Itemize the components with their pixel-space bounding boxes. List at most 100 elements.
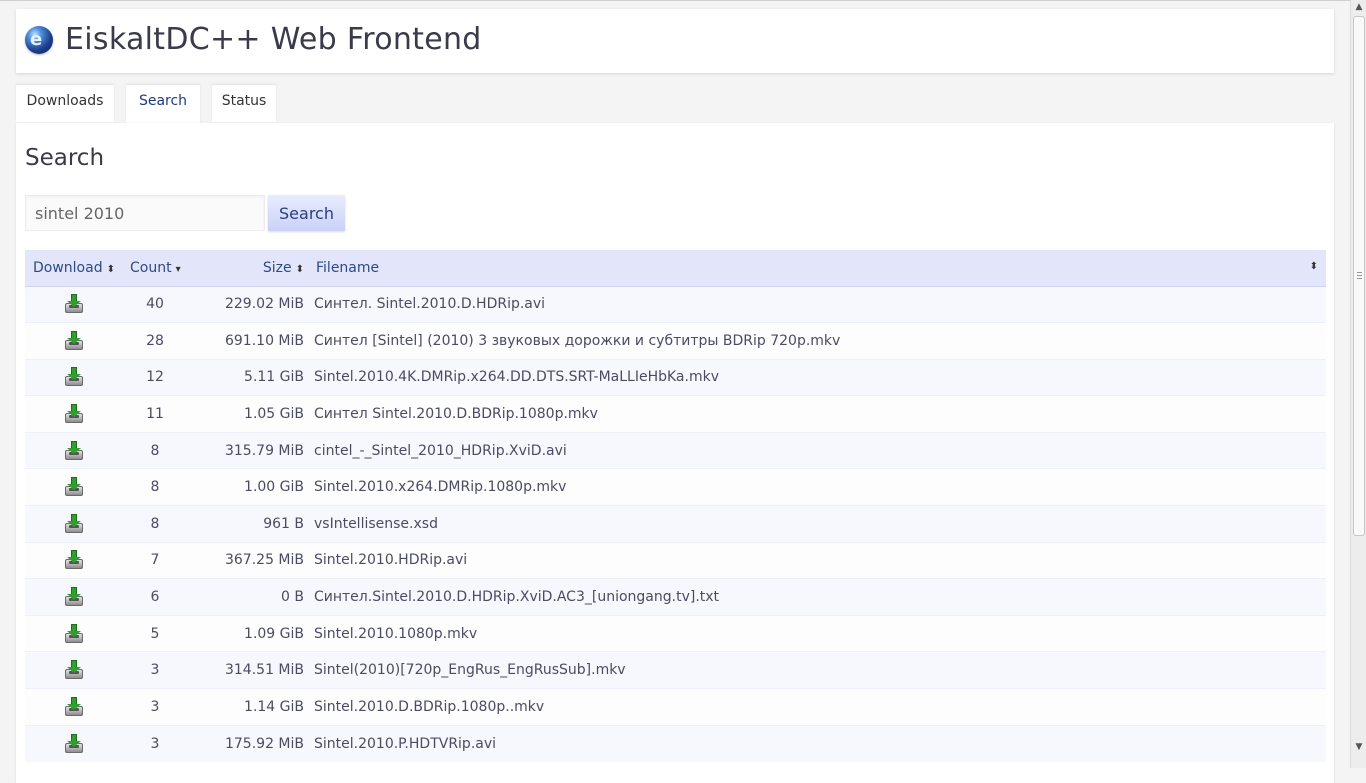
table-header-row: Download ⬍ Count ▾ Size ⬍ Filename ⬍: [25, 250, 1326, 287]
count-cell: 8: [122, 505, 188, 543]
table-row: 40 229.02 MiB Синтел. Sintel.2010.D.HDRip.…: [25, 285, 1326, 323]
column-header-filename[interactable]: Filename ⬍: [312, 250, 1326, 287]
page-title: Search: [25, 145, 105, 171]
vertical-scrollbar[interactable]: ▲ ▼: [1350, 0, 1366, 768]
size-cell: 961 B: [188, 505, 312, 543]
count-cell: 12: [122, 358, 188, 396]
download-cell: [25, 395, 122, 433]
column-label: Count: [130, 259, 172, 276]
column-label: Filename: [316, 259, 380, 276]
download-icon[interactable]: [64, 623, 84, 644]
search-input[interactable]: [25, 195, 265, 231]
filename-cell[interactable]: Sintel.2010.D.BDRip.1080p..mkv: [312, 688, 1326, 726]
filename-cell[interactable]: vsIntellisense.xsd: [312, 505, 1326, 543]
size-cell: 315.79 MiB: [188, 431, 312, 469]
column-label: Size: [262, 259, 292, 276]
count-cell: 3: [122, 651, 188, 689]
count-cell: 5: [122, 614, 188, 652]
table-row: 60 B Синтел.Sintel.2010.D.HDRip.XviD.AC3_…: [25, 578, 1326, 616]
table-row: 28 691.10 MiB Синтел [Sintel] (2010) 3 зву…: [25, 322, 1326, 360]
count-cell: 6: [122, 578, 188, 616]
scroll-up-arrow-icon[interactable]: ▲: [1353, 0, 1365, 14]
download-icon[interactable]: [64, 440, 84, 461]
download-cell: [25, 431, 122, 469]
tab-status[interactable]: Status: [212, 85, 276, 122]
table-row: 3 1.14 GiB Sintel.2010.D.BDRip.1080p..mkv: [25, 688, 1326, 726]
sort-both-icon: ⬍: [106, 263, 115, 275]
results-body: 40 229.02 MiB Синтел. Sintel.2010.D.HDRip.…: [25, 285, 1326, 762]
size-cell: 691.10 MiB: [188, 322, 312, 360]
size-cell: 0 B: [188, 578, 312, 616]
app-title: EiskaltDC++ Web Frontend: [65, 22, 482, 57]
download-cell: [25, 322, 122, 360]
download-cell: [25, 688, 122, 726]
tab-downloads[interactable]: Downloads: [16, 85, 114, 122]
download-icon[interactable]: [64, 733, 84, 754]
download-cell: [25, 468, 122, 506]
table-row: 8 1.00 GiB Sintel.2010.x264.DMRip.1080p.mk…: [25, 468, 1326, 506]
top-border: [0, 0, 1350, 1]
size-cell: 1.05 GiB: [188, 395, 312, 433]
download-icon[interactable]: [64, 513, 84, 534]
download-icon[interactable]: [64, 294, 84, 314]
download-cell: [25, 358, 122, 396]
table-row: 11 1.05 GiB Синтел Sintel.2010.D.BDRip.108…: [25, 395, 1326, 433]
count-cell: 3: [122, 724, 188, 762]
count-cell: 40: [122, 285, 188, 323]
size-cell: 175.92 MiB: [188, 724, 312, 762]
column-header-count[interactable]: Count ▾: [122, 250, 188, 287]
column-header-download[interactable]: Download ⬍: [25, 250, 122, 287]
filename-cell[interactable]: Синтел.Sintel.2010.D.HDRip.XviD.AC3_[uni…: [312, 578, 1326, 616]
size-cell: 314.51 MiB: [188, 651, 312, 689]
app-header: e EiskaltDC++ Web Frontend: [16, 9, 1334, 73]
filename-cell[interactable]: Sintel.2010.HDRip.avi: [312, 541, 1326, 579]
column-header-size[interactable]: Size ⬍: [188, 250, 312, 287]
table-row: 3 314.51 MiB Sintel(2010)[720p_EngRus_EngR…: [25, 651, 1326, 689]
search-panel: Search Search Download⬍ Count▾ Size⬍ F: [16, 123, 1334, 783]
download-cell: [25, 541, 122, 579]
filename-cell[interactable]: Sintel.2010.1080p.mkv: [312, 614, 1326, 652]
download-cell: [25, 651, 122, 689]
download-cell: [25, 614, 122, 652]
filename-cell[interactable]: cintel_-_Sintel_2010_HDRip.XviD.avi: [312, 431, 1326, 469]
download-icon[interactable]: [64, 660, 84, 680]
download-icon[interactable]: [64, 696, 84, 717]
filename-cell[interactable]: Синтел Sintel.2010.D.BDRip.1080p.mkv: [312, 395, 1326, 433]
filename-cell[interactable]: Sintel(2010)[720p_EngRus_EngRusSub].mkv: [312, 651, 1326, 689]
size-cell: 1.00 GiB: [188, 468, 312, 506]
sort-both-icon: ⬍: [295, 263, 304, 275]
table-row: 12 5.11 GiB Sintel.2010.4K.DMRip.x264.DD.D…: [25, 358, 1326, 396]
size-cell: 367.25 MiB: [188, 541, 312, 579]
download-icon[interactable]: [64, 367, 84, 387]
count-cell: 11: [122, 395, 188, 433]
count-cell: 8: [122, 468, 188, 506]
count-cell: 28: [122, 322, 188, 360]
scroll-down-arrow-icon[interactable]: ▼: [1353, 740, 1365, 754]
filename-cell[interactable]: Sintel.2010.x264.DMRip.1080p.mkv: [312, 468, 1326, 506]
filename-cell[interactable]: Синтел [Sintel] (2010) 3 звуковых дорожк…: [312, 322, 1326, 360]
download-icon[interactable]: [64, 587, 84, 607]
download-cell: [25, 724, 122, 762]
download-icon[interactable]: [64, 477, 84, 497]
globe-logo-icon: e: [25, 26, 53, 54]
filename-cell[interactable]: Sintel.2010.4K.DMRip.x264.DD.DTS.SRT-MaL…: [312, 358, 1326, 396]
size-cell: 1.09 GiB: [188, 614, 312, 652]
download-icon[interactable]: [64, 330, 84, 351]
download-icon[interactable]: [64, 550, 84, 570]
size-cell: 1.14 GiB: [188, 688, 312, 726]
table-row: 8 961 BvsIntellisense.xsd: [25, 505, 1326, 543]
count-cell: 8: [122, 431, 188, 469]
filename-cell[interactable]: Синтел. Sintel.2010.D.HDRip.avi: [312, 285, 1326, 323]
scrollbar-thumb[interactable]: [1353, 16, 1365, 536]
table-row: 3 175.92 MiB Sintel.2010.P.HDTVRip.avi: [25, 724, 1326, 762]
table-row: 5 1.09 GiB Sintel.2010.1080p.mkv: [25, 614, 1326, 652]
filename-cell[interactable]: Sintel.2010.P.HDTVRip.avi: [312, 724, 1326, 762]
download-icon[interactable]: [64, 404, 84, 424]
download-cell: [25, 285, 122, 323]
search-button[interactable]: Search: [268, 195, 345, 231]
tab-search[interactable]: Search: [126, 85, 200, 124]
count-cell: 3: [122, 688, 188, 726]
size-cell: 229.02 MiB: [188, 285, 312, 323]
size-cell: 5.11 GiB: [188, 358, 312, 396]
sort-both-icon: ⬍: [1309, 261, 1318, 272]
